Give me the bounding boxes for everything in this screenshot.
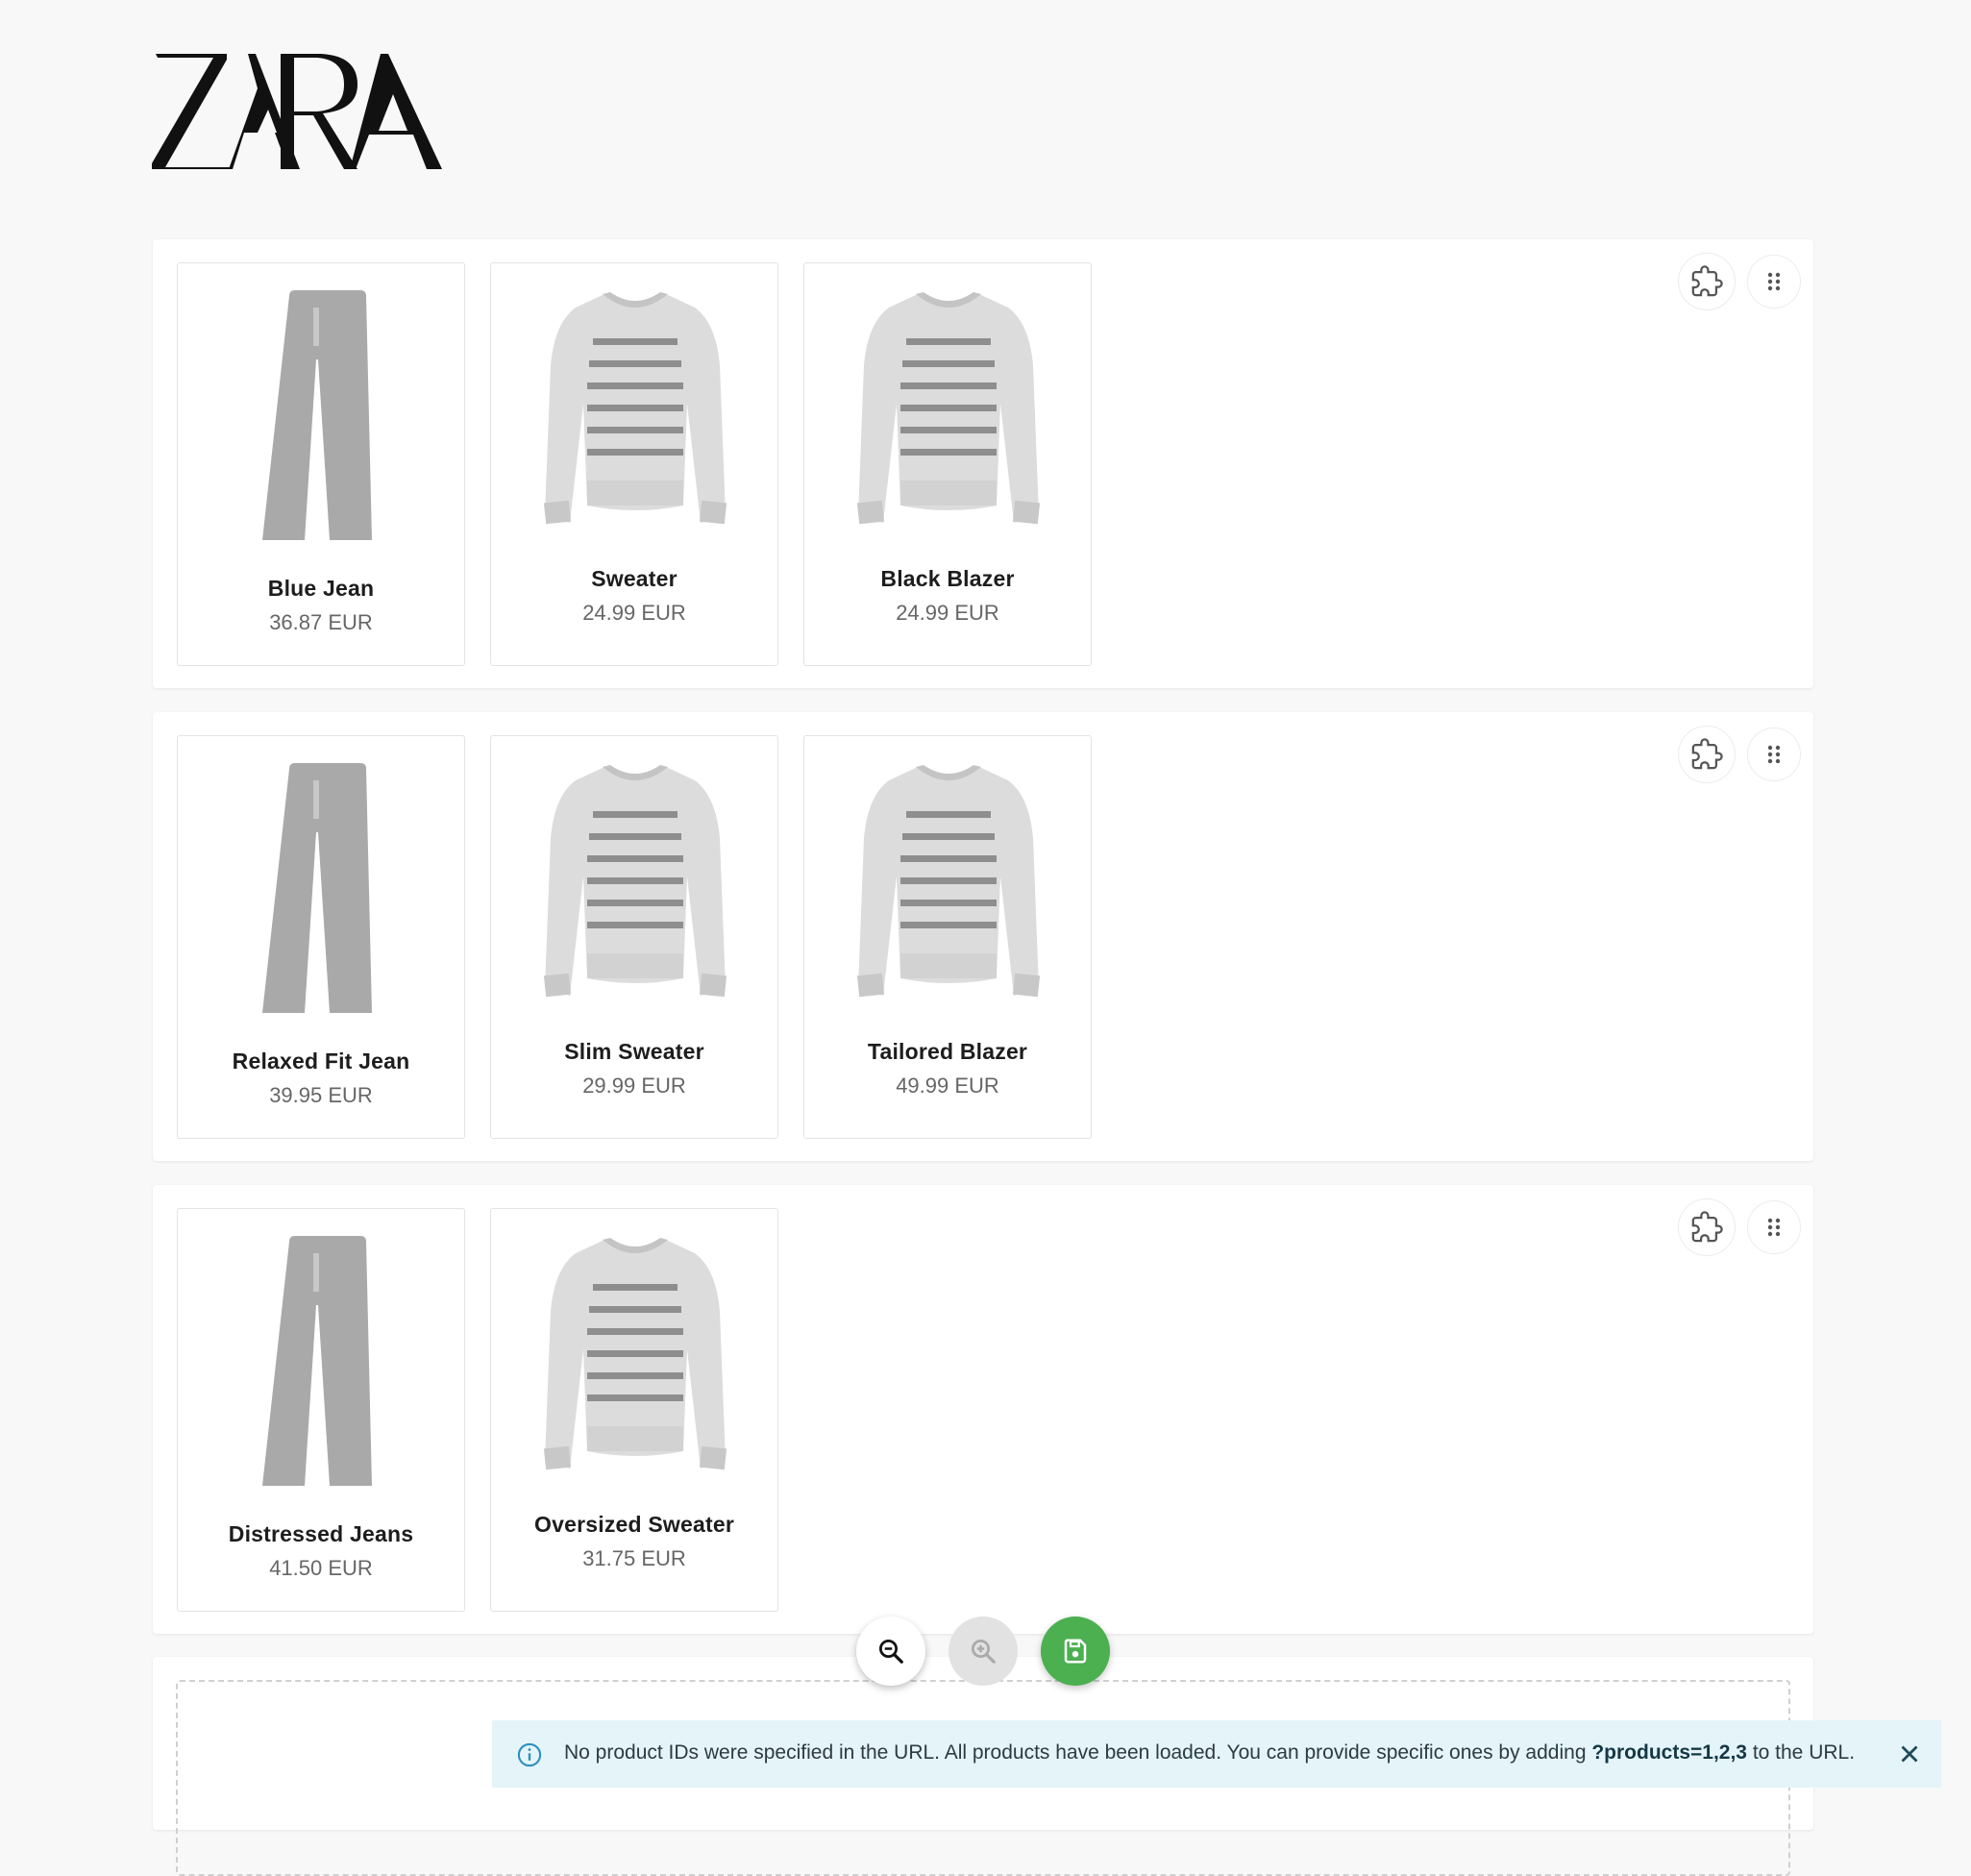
product-row: Blue Jean 36.87 EUR Sweater 24.99 EUR Bl… bbox=[153, 239, 1813, 688]
product-name: Oversized Sweater bbox=[534, 1512, 734, 1537]
product-price: 24.99 EUR bbox=[582, 601, 686, 625]
product-row: Distressed Jeans 41.50 EUR Oversized Swe… bbox=[153, 1185, 1813, 1634]
puzzle-icon bbox=[1691, 265, 1723, 297]
template-button[interactable] bbox=[1678, 1198, 1736, 1256]
save-icon bbox=[1064, 1639, 1087, 1664]
info-alert: No product IDs were specified in the URL… bbox=[492, 1720, 1941, 1788]
product-name: Tailored Blazer bbox=[867, 1039, 1028, 1064]
drag-handle-icon bbox=[1767, 272, 1781, 291]
zoom-in-icon bbox=[972, 1640, 996, 1664]
drag-handle-button[interactable] bbox=[1747, 1200, 1801, 1254]
sweater-icon bbox=[856, 292, 1041, 525]
product-card[interactable]: Sweater 24.99 EUR bbox=[490, 262, 778, 666]
sweater-icon bbox=[543, 1238, 727, 1470]
sweater-icon bbox=[543, 765, 727, 998]
close-icon[interactable] bbox=[1895, 1740, 1924, 1768]
save-button[interactable] bbox=[1041, 1617, 1110, 1686]
product-card[interactable]: Slim Sweater 29.99 EUR bbox=[490, 735, 778, 1139]
jeans-icon bbox=[262, 1236, 372, 1486]
template-button[interactable] bbox=[1678, 726, 1736, 783]
product-price: 24.99 EUR bbox=[896, 601, 999, 625]
product-card[interactable]: Distressed Jeans 41.50 EUR bbox=[177, 1208, 465, 1612]
product-price: 29.99 EUR bbox=[582, 1074, 686, 1098]
drag-handle-button[interactable] bbox=[1747, 255, 1801, 309]
product-card[interactable]: Oversized Sweater 31.75 EUR bbox=[490, 1208, 778, 1612]
puzzle-icon bbox=[1691, 1211, 1723, 1243]
product-price: 36.87 EUR bbox=[269, 610, 373, 634]
drag-handle-icon bbox=[1767, 745, 1781, 764]
drag-handle-icon bbox=[1767, 1218, 1781, 1237]
zoom-out-icon bbox=[879, 1640, 903, 1664]
zara-logo bbox=[152, 54, 442, 169]
product-card[interactable]: Relaxed Fit Jean 39.95 EUR bbox=[177, 735, 465, 1139]
sweater-icon bbox=[543, 292, 727, 525]
jeans-icon bbox=[262, 290, 372, 540]
alert-message: No product IDs were specified in the URL… bbox=[564, 1741, 1855, 1765]
product-name: Distressed Jeans bbox=[228, 1521, 414, 1546]
product-card[interactable]: Black Blazer 24.99 EUR bbox=[803, 262, 1092, 666]
product-name: Black Blazer bbox=[880, 566, 1015, 591]
product-row: Relaxed Fit Jean 39.95 EUR Slim Sweater … bbox=[153, 712, 1813, 1161]
template-button[interactable] bbox=[1678, 253, 1736, 310]
puzzle-icon bbox=[1691, 738, 1723, 770]
product-name: Slim Sweater bbox=[564, 1039, 704, 1064]
alert-text-end: to the URL. bbox=[1746, 1741, 1856, 1764]
product-card[interactable]: Tailored Blazer 49.99 EUR bbox=[803, 735, 1092, 1139]
product-card[interactable]: Blue Jean 36.87 EUR bbox=[177, 262, 465, 666]
drag-handle-button[interactable] bbox=[1747, 728, 1801, 781]
product-price: 31.75 EUR bbox=[582, 1546, 686, 1570]
alert-code: ?products=1,2,3 bbox=[1591, 1741, 1747, 1764]
product-name: Sweater bbox=[591, 566, 678, 591]
sweater-icon bbox=[856, 765, 1041, 998]
product-price: 39.95 EUR bbox=[269, 1083, 373, 1107]
jeans-icon bbox=[262, 763, 372, 1013]
product-price: 49.99 EUR bbox=[896, 1074, 999, 1098]
zoom-out-button[interactable] bbox=[856, 1617, 925, 1686]
product-price: 41.50 EUR bbox=[269, 1556, 373, 1580]
zoom-in-button[interactable] bbox=[949, 1617, 1018, 1686]
product-name: Blue Jean bbox=[267, 576, 375, 601]
alert-text: No product IDs were specified in the URL… bbox=[564, 1741, 1592, 1764]
info-icon bbox=[517, 1742, 542, 1767]
product-name: Relaxed Fit Jean bbox=[232, 1049, 410, 1074]
